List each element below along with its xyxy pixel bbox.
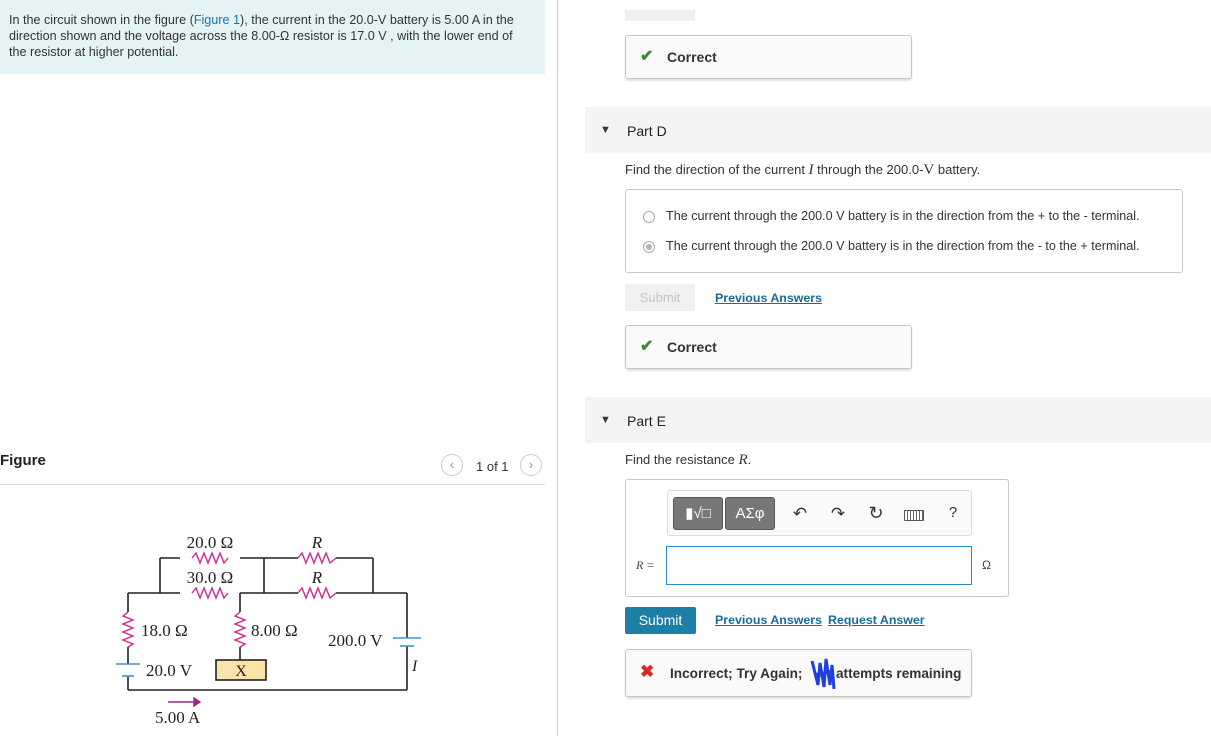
input-label: R = bbox=[636, 558, 655, 572]
part-e-submit-button[interactable]: Submit bbox=[625, 607, 696, 634]
help-button[interactable]: ? bbox=[942, 504, 964, 521]
collapse-triangle-icon: ▼ bbox=[600, 414, 611, 426]
templates-button[interactable]: ▮√□ bbox=[673, 497, 723, 530]
part-e-previous-answers-link[interactable]: Previous Answers bbox=[715, 613, 822, 627]
option-1-label[interactable]: The current through the 200.0 V battery … bbox=[666, 209, 1140, 223]
unit-label: Ω bbox=[982, 558, 991, 572]
label-5a: 5.00 A bbox=[155, 708, 201, 727]
redaction-scribble bbox=[810, 655, 836, 690]
part-d-previous-answers-link[interactable]: Previous Answers bbox=[715, 291, 822, 305]
part-d-header[interactable]: ▼ Part D bbox=[585, 107, 1211, 153]
part-e-question: Find the resistance R. bbox=[625, 452, 752, 468]
label-current-i: I bbox=[411, 658, 418, 675]
figure-divider bbox=[0, 484, 545, 485]
undo-icon[interactable]: ↶ bbox=[789, 504, 811, 524]
collapse-triangle-icon: ▼ bbox=[600, 124, 611, 136]
option-2-label[interactable]: The current through the 200.0 V battery … bbox=[666, 239, 1140, 253]
figure-heading: Figure bbox=[0, 452, 46, 469]
resistor-20-ohm bbox=[191, 551, 229, 565]
label-x: X bbox=[235, 663, 247, 680]
part-e-feedback: ✖ Incorrect; Try Again; attempts remaini… bbox=[625, 649, 972, 697]
part-d-question: Find the direction of the current I thro… bbox=[625, 162, 981, 178]
checkmark-icon: ✔ bbox=[640, 48, 654, 65]
label-18-ohm: 18.0 Ω bbox=[141, 621, 188, 640]
pane-divider bbox=[557, 0, 558, 736]
resistor-18-ohm bbox=[121, 611, 135, 648]
x-mark-icon: ✖ bbox=[640, 662, 655, 681]
resistor-r-top bbox=[297, 551, 337, 565]
part-d-options: The current through the 200.0 V battery … bbox=[625, 189, 1183, 273]
math-toolbar: ▮√□ ΑΣφ ↶ ↷ ↻ ? bbox=[667, 490, 972, 536]
part-c-feedback: ✔ Correct bbox=[625, 35, 912, 79]
resistance-input[interactable] bbox=[666, 546, 972, 585]
resistor-30-ohm bbox=[191, 586, 229, 600]
radio-option-2[interactable] bbox=[643, 241, 655, 253]
label-8-ohm: 8.00 Ω bbox=[251, 621, 298, 640]
label-30-ohm: 30.0 Ω bbox=[187, 568, 234, 587]
part-d-submit-button[interactable]: Submit bbox=[625, 284, 695, 311]
label-20-ohm: 20.0 Ω bbox=[187, 533, 234, 552]
resistor-8-ohm bbox=[233, 611, 247, 648]
chevron-left-icon: ‹ bbox=[449, 456, 455, 472]
problem-text: In the circuit shown in the figure (Figu… bbox=[9, 13, 514, 59]
radio-option-1[interactable] bbox=[643, 211, 655, 223]
reset-icon[interactable]: ↻ bbox=[865, 503, 887, 524]
prev-figure-button[interactable]: ‹ bbox=[441, 454, 463, 476]
problem-statement: In the circuit shown in the figure (Figu… bbox=[0, 0, 545, 74]
label-r-bottom: R bbox=[311, 568, 323, 587]
redo-icon[interactable]: ↷ bbox=[827, 504, 849, 524]
resistor-r-bottom bbox=[297, 586, 337, 600]
circuit-diagram: 20.0 Ω 30.0 Ω R R 18.0 Ω 8.00 Ω 200.0 V … bbox=[116, 533, 421, 727]
chevron-right-icon: › bbox=[528, 456, 534, 472]
figure-link[interactable]: Figure 1 bbox=[194, 13, 240, 27]
label-r-top: R bbox=[311, 533, 323, 552]
checkmark-icon: ✔ bbox=[640, 338, 654, 355]
greek-symbols-button[interactable]: ΑΣφ bbox=[725, 497, 775, 530]
label-20v: 20.0 V bbox=[146, 661, 193, 680]
previous-part-stub bbox=[625, 10, 695, 21]
templates-icon: ▮√□ bbox=[685, 505, 711, 522]
next-figure-button[interactable]: › bbox=[520, 454, 542, 476]
label-200v: 200.0 V bbox=[328, 631, 383, 650]
keyboard-icon[interactable] bbox=[904, 510, 924, 521]
part-d-feedback: ✔ Correct bbox=[625, 325, 912, 369]
request-answer-link[interactable]: Request Answer bbox=[828, 613, 925, 627]
figure-pager: 1 of 1 bbox=[476, 459, 509, 474]
part-e-header[interactable]: ▼ Part E bbox=[585, 397, 1211, 443]
